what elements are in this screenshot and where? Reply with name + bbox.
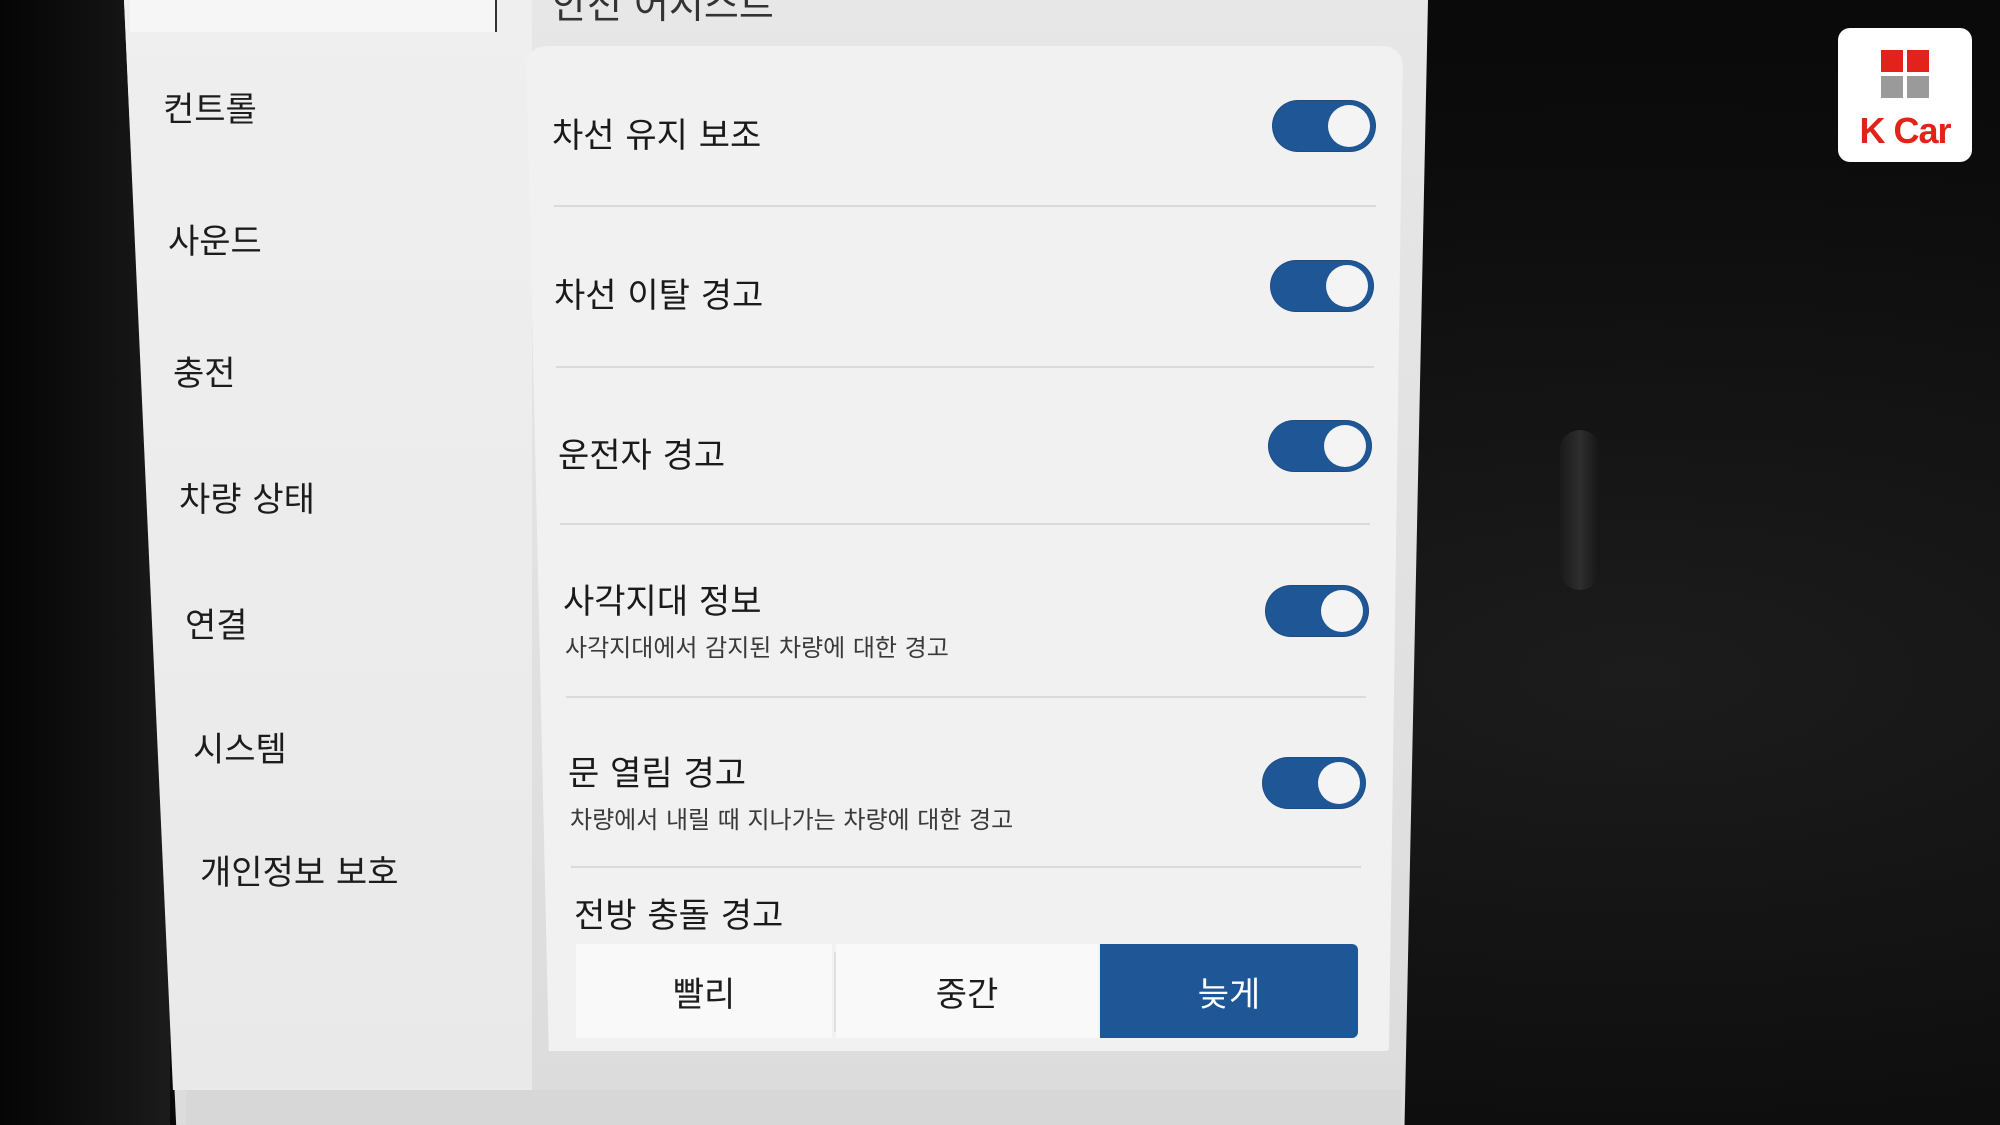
sidebar-item-system[interactable]: 시스템	[193, 722, 287, 771]
sidebar-item-vehicle-status[interactable]: 차량 상태	[179, 472, 315, 521]
toggle-door-open[interactable]	[1262, 757, 1366, 809]
setting-title-lane-departure: 차선 이탈 경고	[554, 276, 764, 316]
settings-sidebar	[124, 0, 532, 1090]
collision-option-early[interactable]: 빨리	[576, 944, 832, 1038]
sidebar-item-control[interactable]: 컨트롤	[163, 82, 257, 131]
setting-title-door-open: 문 열림 경고	[568, 754, 747, 794]
collision-option-medium[interactable]: 중간	[836, 944, 1098, 1038]
kcar-logo: K Car	[1838, 28, 1972, 162]
divider	[556, 366, 1374, 368]
kcar-logo-text: K Car	[1859, 110, 1951, 151]
toggle-knob	[1326, 265, 1368, 307]
toggle-knob	[1324, 425, 1366, 467]
sidebar-top-tab	[130, 0, 497, 32]
divider	[554, 205, 1376, 207]
setting-desc-blind-spot: 사각지대에서 감지된 차량에 대한 경고	[565, 634, 949, 662]
toggle-driver-warning[interactable]	[1268, 420, 1372, 472]
sidebar-item-privacy[interactable]: 개인정보 보호	[200, 845, 399, 894]
setting-title-blind-spot: 사각지대 정보	[563, 582, 762, 622]
toggle-lane-keeping[interactable]	[1272, 100, 1376, 152]
collision-option-late[interactable]: 늦게	[1100, 944, 1358, 1038]
toggle-lane-departure[interactable]	[1270, 260, 1374, 312]
sidebar-item-sound[interactable]: 사운드	[168, 214, 262, 263]
kcar-logo-mark-icon	[1881, 50, 1929, 98]
divider	[560, 523, 1370, 525]
sidebar-item-charging[interactable]: 충전	[173, 346, 236, 395]
setting-title-driver-warning: 운전자 경고	[558, 436, 726, 476]
forward-collision-title: 전방 충돌 경고	[574, 896, 784, 936]
setting-title-lane-keeping: 차선 유지 보조	[552, 116, 762, 156]
divider	[566, 696, 1366, 698]
toggle-knob	[1321, 590, 1363, 632]
toggle-knob	[1318, 762, 1360, 804]
bottom-bar	[186, 1090, 1401, 1125]
collision-timing-selector: 빨리 중간 늦게	[576, 944, 1358, 1038]
toggle-knob	[1328, 105, 1370, 147]
setting-desc-door-open: 차량에서 내릴 때 지나가는 차량에 대한 경고	[570, 806, 1014, 834]
dashboard-vent	[1560, 430, 1600, 590]
toggle-blind-spot[interactable]	[1265, 585, 1369, 637]
divider	[571, 866, 1361, 868]
page-title: 안전 어시스트	[552, 0, 774, 27]
sidebar-item-connection[interactable]: 연결	[185, 598, 248, 647]
